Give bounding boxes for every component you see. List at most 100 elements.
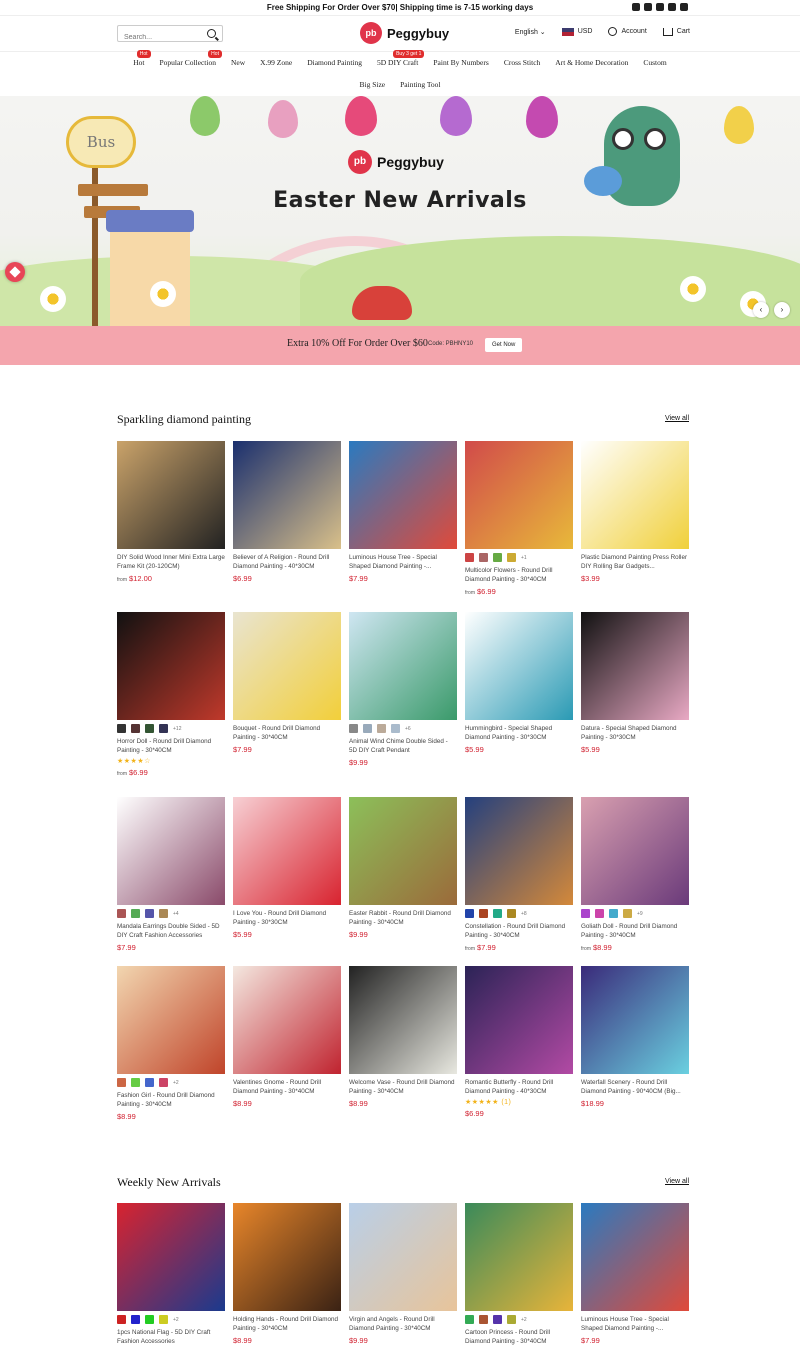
- product-card[interactable]: Virgin and Angels - Round Drill Diamond …: [349, 1203, 457, 1345]
- nav-item[interactable]: Cross Stitch: [504, 58, 540, 67]
- product-image[interactable]: [117, 1203, 225, 1311]
- product-card[interactable]: Holding Hands - Round Drill Diamond Pain…: [233, 1203, 341, 1345]
- variant-swatch[interactable]: [159, 724, 168, 733]
- variant-swatch[interactable]: [131, 724, 140, 733]
- site-logo[interactable]: pb Peggybuy: [360, 22, 449, 44]
- variant-swatch[interactable]: [465, 553, 474, 562]
- rewards-floating-icon[interactable]: [5, 262, 25, 282]
- variant-swatch[interactable]: [493, 553, 502, 562]
- product-image[interactable]: [117, 966, 225, 1074]
- product-card[interactable]: +2 Cartoon Princess - Round Drill Diamond…: [465, 1203, 573, 1346]
- instagram-icon[interactable]: [632, 3, 640, 11]
- variant-swatch[interactable]: [145, 724, 154, 733]
- product-title[interactable]: Mandala Earrings Double Sided - 5D DIY C…: [117, 922, 225, 940]
- variant-swatch[interactable]: [507, 909, 516, 918]
- product-image[interactable]: [465, 797, 573, 905]
- product-image[interactable]: [117, 612, 225, 720]
- product-image[interactable]: [349, 797, 457, 905]
- product-image[interactable]: [465, 966, 573, 1074]
- nav-item[interactable]: Hot Hot: [133, 50, 151, 67]
- nav-item[interactable]: New: [231, 58, 245, 67]
- variant-swatch[interactable]: [117, 1078, 126, 1087]
- product-title[interactable]: Animal Wind Chime Double Sided - 5D DIY …: [349, 737, 457, 755]
- product-title[interactable]: DIY Solid Wood Inner Mini Extra Large Fr…: [117, 553, 225, 571]
- variant-swatch[interactable]: [391, 724, 400, 733]
- product-title[interactable]: Luminous House Tree - Special Shaped Dia…: [349, 553, 457, 571]
- search-icon[interactable]: [207, 29, 216, 38]
- product-card[interactable]: DIY Solid Wood Inner Mini Extra Large Fr…: [117, 441, 225, 583]
- product-card[interactable]: +1 Multicolor Flowers - Round Drill Diamo…: [465, 441, 573, 596]
- facebook-icon[interactable]: [644, 3, 652, 11]
- twitter-icon[interactable]: [668, 3, 676, 11]
- product-title[interactable]: Plastic Diamond Painting Press Roller DI…: [581, 553, 689, 571]
- product-card[interactable]: Romantic Butterfly - Round Drill Diamond…: [465, 966, 573, 1118]
- variant-swatch[interactable]: [609, 909, 618, 918]
- product-card[interactable]: Bouquet - Round Drill Diamond Painting -…: [233, 612, 341, 754]
- product-image[interactable]: [349, 612, 457, 720]
- cart-link[interactable]: Cart: [662, 27, 690, 36]
- product-card[interactable]: Datura - Special Shaped Diamond Painting…: [581, 612, 689, 754]
- product-image[interactable]: [581, 966, 689, 1074]
- variant-swatch[interactable]: [145, 909, 154, 918]
- nav-item[interactable]: Art & Home Decoration: [555, 58, 628, 67]
- nav-item[interactable]: Big Size: [359, 80, 385, 89]
- variant-swatch[interactable]: [507, 1315, 516, 1324]
- product-card[interactable]: Believer of A Religion - Round Drill Dia…: [233, 441, 341, 583]
- pinterest-icon[interactable]: [680, 3, 688, 11]
- product-image[interactable]: [233, 797, 341, 905]
- variant-swatch[interactable]: [117, 909, 126, 918]
- currency-selector[interactable]: USD: [561, 27, 592, 36]
- product-title[interactable]: Horror Doll - Round Drill Diamond Painti…: [117, 737, 225, 755]
- nav-item[interactable]: Diamond Painting: [307, 58, 362, 67]
- variant-swatch[interactable]: [159, 1078, 168, 1087]
- variant-swatch[interactable]: [493, 1315, 502, 1324]
- product-image[interactable]: [465, 441, 573, 549]
- product-title[interactable]: Valentines Gnome - Round Drill Diamond P…: [233, 1078, 341, 1096]
- product-card[interactable]: I Love You - Round Drill Diamond Paintin…: [233, 797, 341, 939]
- carousel-next-button[interactable]: ›: [774, 302, 790, 318]
- account-link[interactable]: Account: [608, 27, 647, 36]
- product-title[interactable]: Virgin and Angels - Round Drill Diamond …: [349, 1315, 457, 1333]
- product-title[interactable]: Luminous House Tree - Special Shaped Dia…: [581, 1315, 689, 1333]
- variant-swatch[interactable]: [479, 1315, 488, 1324]
- product-title[interactable]: Datura - Special Shaped Diamond Painting…: [581, 724, 689, 742]
- variant-swatch[interactable]: [349, 724, 358, 733]
- product-title[interactable]: Romantic Butterfly - Round Drill Diamond…: [465, 1078, 573, 1096]
- product-image[interactable]: [349, 441, 457, 549]
- product-title[interactable]: Bouquet - Round Drill Diamond Painting -…: [233, 724, 341, 742]
- variant-swatch[interactable]: [145, 1315, 154, 1324]
- variant-swatch[interactable]: [145, 1078, 154, 1087]
- variant-swatch[interactable]: [131, 909, 140, 918]
- product-card[interactable]: +2 1pcs National Flag - 5D DIY Craft Fash…: [117, 1203, 225, 1346]
- product-title[interactable]: Easter Rabbit - Round Drill Diamond Pain…: [349, 909, 457, 927]
- variant-swatch[interactable]: [493, 909, 502, 918]
- product-image[interactable]: [117, 441, 225, 549]
- product-card[interactable]: Luminous House Tree - Special Shaped Dia…: [581, 1203, 689, 1345]
- hero-banner[interactable]: Bus pb Peggybuy Easter New Arrivals ‹ ›: [0, 96, 800, 326]
- product-image[interactable]: [349, 1203, 457, 1311]
- product-image[interactable]: [233, 1203, 341, 1311]
- view-all-link[interactable]: View all: [665, 415, 689, 422]
- product-title[interactable]: 1pcs National Flag - 5D DIY Craft Fashio…: [117, 1328, 225, 1346]
- nav-item[interactable]: Popular Collection Hot: [160, 50, 222, 67]
- variant-swatch[interactable]: [507, 553, 516, 562]
- variant-swatch[interactable]: [159, 909, 168, 918]
- variant-swatch[interactable]: [465, 1315, 474, 1324]
- product-card[interactable]: +9 Goliath Doll - Round Drill Diamond Pai…: [581, 797, 689, 952]
- product-card[interactable]: Plastic Diamond Painting Press Roller DI…: [581, 441, 689, 583]
- view-all-link[interactable]: View all: [665, 1178, 689, 1185]
- product-image[interactable]: [465, 1203, 573, 1311]
- nav-item[interactable]: Custom: [643, 58, 666, 67]
- product-card[interactable]: Easter Rabbit - Round Drill Diamond Pain…: [349, 797, 457, 939]
- product-image[interactable]: [233, 441, 341, 549]
- youtube-icon[interactable]: [656, 3, 664, 11]
- product-image[interactable]: [233, 966, 341, 1074]
- nav-item[interactable]: X.99 Zone: [260, 58, 292, 67]
- variant-swatch[interactable]: [117, 724, 126, 733]
- product-card[interactable]: Welcome Vase - Round Drill Diamond Paint…: [349, 966, 457, 1108]
- product-title[interactable]: Goliath Doll - Round Drill Diamond Paint…: [581, 922, 689, 940]
- product-title[interactable]: Cartoon Princess - Round Drill Diamond P…: [465, 1328, 573, 1346]
- variant-swatch[interactable]: [131, 1078, 140, 1087]
- product-card[interactable]: +4 Mandala Earrings Double Sided - 5D DIY…: [117, 797, 225, 952]
- product-card[interactable]: +8 Constellation - Round Drill Diamond Pa…: [465, 797, 573, 952]
